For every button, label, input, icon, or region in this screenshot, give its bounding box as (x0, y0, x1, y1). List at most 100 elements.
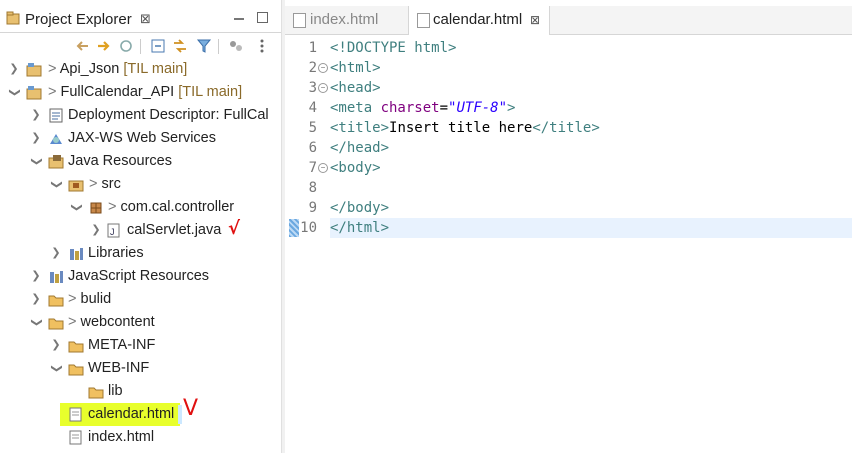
source-folder-icon (68, 180, 84, 192)
code-line[interactable]: <!DOCTYPE html> (330, 38, 852, 58)
tree-item-jax-ws[interactable]: ❯ JAX-WS Web Services (0, 127, 281, 150)
tab-index-html[interactable]: index.html (285, 6, 403, 34)
tree-item-webcontent[interactable]: ❯ > webcontent (0, 311, 281, 334)
collapse-all-icon[interactable] (150, 38, 166, 54)
collapse-chevron-icon[interactable]: ❯ (45, 363, 68, 375)
tree-item-calendar-html[interactable]: calendar.html V (0, 397, 281, 426)
selection-highlight (178, 405, 182, 424)
code-line[interactable]: <meta charset="UTF-8"> (330, 98, 852, 118)
minimize-icon[interactable] (234, 18, 244, 22)
code-line[interactable]: <html> (330, 58, 852, 78)
explorer-toolbar (0, 36, 281, 58)
svg-text:J: J (110, 227, 115, 237)
tree-item-java-resources[interactable]: ❯ Java Resources (0, 150, 281, 173)
package-icon (90, 202, 102, 214)
collapse-chevron-icon[interactable]: ❯ (45, 179, 68, 191)
tab-calendar-html[interactable]: calendar.html ⊠ (408, 6, 550, 35)
code-line[interactable] (330, 178, 852, 198)
code-token: <!DOCTYPE html> (330, 40, 457, 56)
code-token: </body> (330, 200, 390, 216)
fold-toggle-icon[interactable]: − (318, 63, 328, 73)
project-icon (26, 63, 42, 77)
html-file-icon (417, 13, 430, 28)
tree-item-label: com.cal.controller (120, 199, 235, 215)
tree-item-label: Libraries (88, 245, 144, 261)
line-number: 2 (308, 60, 317, 76)
tree-item-label: Deployment Descriptor: FullCal (68, 107, 269, 123)
line-number: 1 (308, 40, 317, 56)
folder-icon (88, 387, 104, 399)
code-line[interactable]: <body> (330, 158, 852, 178)
line-number: 4 (308, 100, 317, 116)
expand-chevron-icon[interactable]: ❯ (30, 104, 42, 127)
tree-item-label: webcontent (80, 314, 155, 330)
tab-label: calendar.html (433, 11, 523, 28)
code-line[interactable]: </html> (330, 218, 852, 238)
maximize-icon[interactable] (257, 12, 268, 23)
occurrence-marker (289, 219, 299, 237)
git-branch-decoration: [TIL main] (123, 61, 188, 77)
code-token: <meta (330, 100, 381, 116)
tree-item-web-inf[interactable]: ❯ WEB-INF (0, 357, 281, 380)
red-checkmark-annotation: V (183, 396, 199, 421)
back-arrow-icon[interactable] (74, 38, 90, 54)
code-token: <html> (330, 60, 381, 76)
tree-item-label: src (101, 176, 121, 192)
tree-item-javascript-resources[interactable]: ❯ JavaScript Resources (0, 265, 281, 288)
tree-item-src[interactable]: ❯ > src (0, 173, 281, 196)
expand-chevron-icon[interactable]: ❯ (50, 242, 62, 265)
code-editor: index.html calendar.html ⊠ 1 2−3−4 5 6 7−8 9 1… (285, 0, 852, 453)
tree-item-lib[interactable]: lib (0, 380, 281, 403)
refresh-icon[interactable] (118, 38, 134, 54)
code-line[interactable]: <head> (330, 78, 852, 98)
tree-item-libraries[interactable]: ❯ Libraries (0, 242, 281, 265)
tree-item-deployment-descriptor[interactable]: ❯ Deployment Descriptor: FullCal (0, 104, 281, 127)
close-icon[interactable]: ⊠ (530, 6, 540, 34)
fold-toggle-icon[interactable]: − (318, 83, 328, 93)
tree-item-calservlet-java[interactable]: ❯ J calServlet.java √ (0, 218, 281, 242)
collapse-chevron-icon[interactable]: ❯ (25, 156, 48, 168)
line-number: 8 (308, 180, 317, 196)
tree-item-fullcalendar-api[interactable]: ❯ > FullCalendar_API [TIL main] (0, 81, 281, 104)
close-icon[interactable]: ⊠ (140, 11, 151, 27)
group-icon[interactable] (228, 38, 244, 54)
code-line[interactable]: </body> (330, 198, 852, 218)
expand-chevron-icon[interactable]: ❯ (90, 219, 102, 242)
expand-chevron-icon[interactable]: ❯ (50, 334, 62, 357)
toolbar-separator (218, 39, 219, 54)
collapse-chevron-icon[interactable]: ❯ (25, 317, 48, 329)
tree-item-label: FullCalendar_API (60, 84, 175, 100)
tree-item-label: WEB-INF (88, 360, 150, 376)
project-explorer-panel: Project Explorer ⊠ ❯ > Api_Json [TIL mai… (0, 0, 281, 453)
project-explorer-tab[interactable]: Project Explorer ⊠ (0, 6, 281, 33)
tree-item-label: calendar.html (88, 406, 175, 422)
collapse-chevron-icon[interactable]: ❯ (65, 202, 88, 214)
expand-chevron-icon[interactable]: ❯ (30, 288, 42, 311)
tree-item-bulid[interactable]: ❯ > bulid (0, 288, 281, 311)
tree-item-label: JavaScript Resources (68, 268, 210, 284)
html-file-icon (293, 13, 306, 28)
tree-item-label: META-INF (88, 337, 156, 353)
forward-arrow-icon[interactable] (96, 38, 112, 54)
code-token: = (439, 100, 449, 116)
tree-item-index-html[interactable]: index.html (0, 426, 281, 449)
tree-item-package[interactable]: ❯ > com.cal.controller (0, 196, 281, 219)
code-token: </html> (330, 220, 390, 236)
expand-chevron-icon[interactable]: ❯ (30, 265, 42, 288)
tab-label: index.html (310, 11, 379, 28)
link-with-editor-icon[interactable] (172, 38, 188, 54)
line-number: 6 (308, 140, 317, 156)
code-token: > (507, 100, 516, 116)
view-menu-icon[interactable] (254, 38, 270, 54)
tree-item-api-json[interactable]: ❯ > Api_Json [TIL main] (0, 58, 281, 81)
fold-toggle-icon[interactable]: − (318, 163, 328, 173)
code-line[interactable]: </head> (330, 138, 852, 158)
code-token: Insert title here (389, 120, 533, 136)
filter-icon[interactable] (196, 38, 212, 54)
git-branch-decoration: [TIL main] (178, 84, 243, 100)
expand-chevron-icon[interactable]: ❯ (30, 127, 42, 150)
expand-chevron-icon[interactable]: ❯ (8, 58, 20, 81)
tree-item-meta-inf[interactable]: ❯ META-INF (0, 334, 281, 357)
collapse-chevron-icon[interactable]: ❯ (3, 87, 26, 99)
code-line[interactable]: <title>Insert title here</title> (330, 118, 852, 138)
